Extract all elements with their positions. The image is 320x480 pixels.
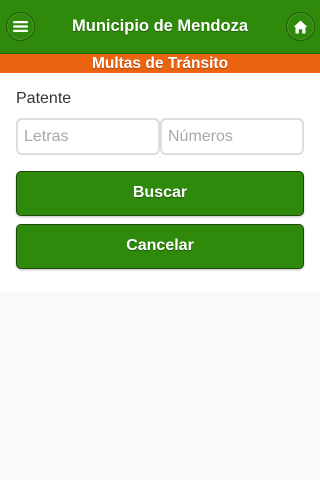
patente-label: Patente [16, 90, 72, 107]
letras-input[interactable] [16, 118, 160, 155]
home-icon [293, 20, 308, 34]
section-title: Multas de Tránsito [0, 54, 320, 73]
app-header: Municipio de Mendoza [0, 0, 320, 54]
page-title: Municipio de Mendoza [72, 17, 248, 35]
buscar-button[interactable]: Buscar [16, 171, 304, 216]
menu-button[interactable] [6, 12, 35, 41]
home-button[interactable] [286, 12, 315, 41]
cancelar-button[interactable]: Cancelar [16, 224, 304, 269]
menu-icon [13, 20, 28, 33]
numeros-input[interactable] [160, 118, 304, 155]
search-form: Patente Buscar Cancelar [0, 73, 320, 292]
